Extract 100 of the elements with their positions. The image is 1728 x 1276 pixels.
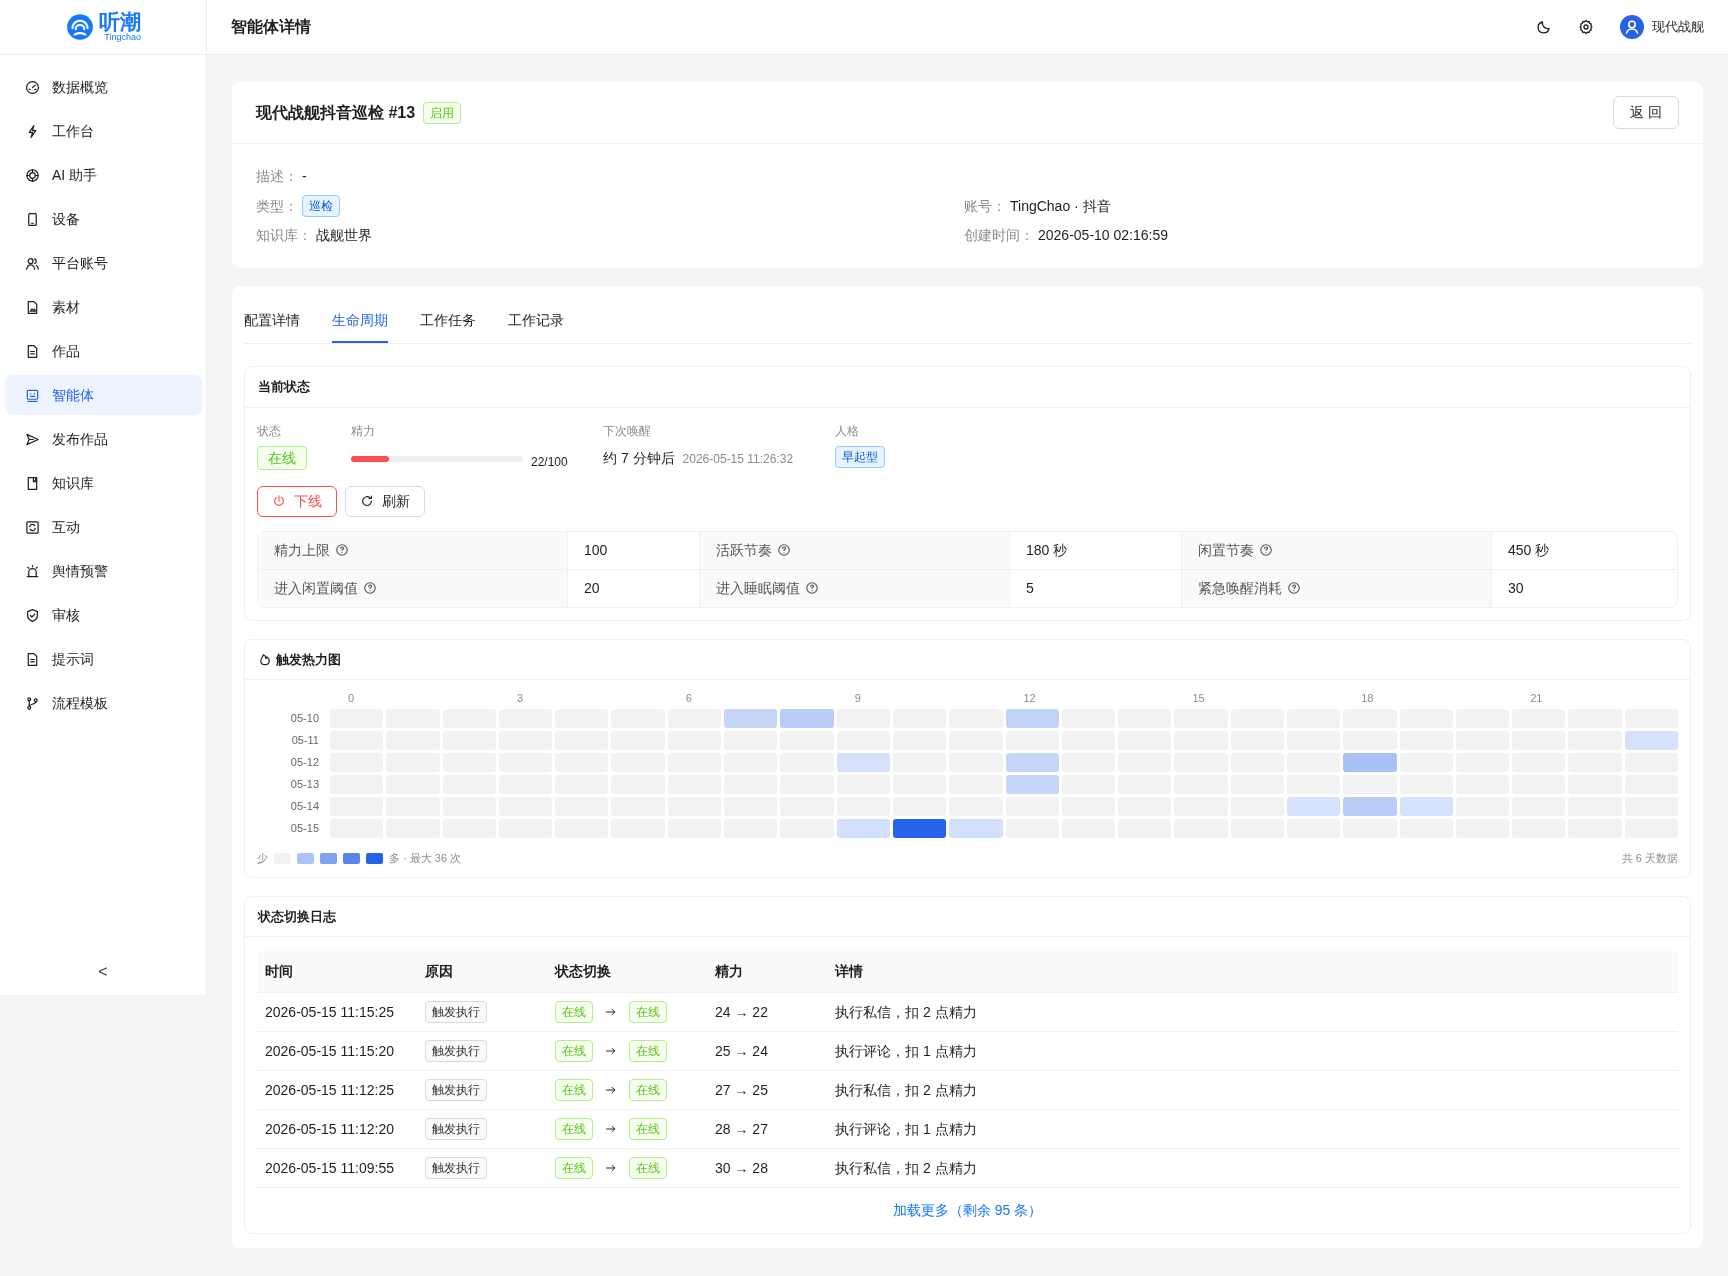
field-value: 战舰世界 [316,226,372,245]
help-icon[interactable] [1259,543,1273,557]
sidebar-item[interactable]: 流程模板 [5,683,202,723]
alarm-icon [25,563,40,579]
wake-time: 2026-05-15 11:26:32 [682,450,794,468]
table-cell: 2026-05-15 11:15:25 [257,992,417,1032]
state-tag: 在线 [629,1001,667,1023]
column-header: 时间 [257,951,417,993]
tab[interactable]: 工作记录 [508,300,564,343]
gauge-icon [25,79,40,95]
table-cell: 执行评论，扣 1 点精力 [827,1031,1678,1071]
help-icon[interactable] [805,581,819,595]
user-name[interactable]: 现代战舰 [1652,17,1704,37]
param-label: 进入闲置阈值 [274,578,358,598]
state-tag: 在线 [629,1040,667,1062]
state-tag: 在线 [555,1157,593,1179]
sidebar-item[interactable]: 智能体 [5,375,202,415]
day-label: 05-14 [290,800,319,812]
people-icon [25,255,40,271]
arrow-icon [605,1123,617,1135]
sidebar-item[interactable]: 作品 [5,331,202,371]
back-button[interactable]: 返 回 [1613,96,1679,129]
reason-tag: 触发执行 [425,1040,487,1062]
day-label: 05-10 [290,712,319,724]
table-cell: 2026-05-15 11:09:55 [257,1148,417,1188]
reason-tag: 触发执行 [425,1118,487,1140]
collapse-button[interactable]: < [85,953,121,991]
progress-reading: 22/100 [531,453,568,471]
help-icon[interactable] [777,543,791,557]
param-value: 30 [1507,578,1525,598]
sidebar-item[interactable]: 发布作品 [5,419,202,459]
help-icon[interactable] [335,543,349,557]
persona-tag: 早起型 [835,445,885,468]
day-label: 05-11 [291,734,319,746]
day-label: 05-12 [290,756,319,768]
table-cell: 2026-05-15 11:12:20 [257,1109,417,1149]
branch-icon [25,695,40,711]
load-more-link[interactable]: 加载更多（剩余 95 条） [892,1202,1043,1218]
help-icon[interactable] [363,581,377,595]
book-icon [25,475,40,491]
field-label: 类型： [256,196,298,216]
field-label: 人格 [835,422,860,440]
tab[interactable]: 工作任务 [420,300,476,343]
column-header: 精力 [707,951,827,993]
column-header: 状态切换 [547,951,707,993]
refresh-button[interactable]: 刷新 [345,485,425,517]
document-icon [25,651,40,667]
legend-label: 少 [257,851,268,866]
legend-label: 多 · 最大 36 次 [389,851,462,866]
sidebar-item[interactable]: 设备 [5,199,202,239]
send-icon [25,431,40,447]
param-label: 精力上限 [274,540,330,560]
brand-subtitle: Tingchao [104,32,141,43]
shield-check-icon [25,607,40,623]
help-icon[interactable] [1287,581,1301,595]
wake-value: 约 7 分钟后 [603,449,675,468]
table-cell: 27 → 25 [707,1070,827,1110]
sidebar-item[interactable]: 提示词 [5,639,202,679]
hour-label: 12 [1023,692,1036,704]
table-cell: 执行私信，扣 2 点精力 [827,992,1678,1032]
brand-name: 听潮 [99,11,141,33]
field-label: 创建时间： [964,226,1034,245]
param-label: 闲置节奏 [1198,540,1254,560]
arrow-icon [605,1006,617,1018]
tab[interactable]: 生命周期 [332,300,388,343]
sidebar-item[interactable]: 平台账号 [5,243,202,283]
data-count: 共 6 天数据 [1621,851,1678,866]
sidebar-item[interactable]: 审核 [5,595,202,635]
sidebar-item[interactable]: 互动 [5,507,202,547]
sidebar-item[interactable]: 素材 [5,287,202,327]
state-tag: 在线 [257,445,307,470]
reason-tag: 触发执行 [425,1001,487,1023]
refresh-square-icon [25,519,40,535]
moon-icon[interactable] [1536,19,1552,35]
robot-face-icon [25,387,40,403]
flame-icon [258,652,272,667]
page-title: 智能体详情 [231,17,311,37]
settings-icon[interactable] [1578,19,1594,35]
state-tag: 在线 [555,1040,593,1062]
table-cell: 2026-05-15 11:15:20 [257,1031,417,1071]
hour-label: 6 [685,692,692,704]
sidebar-item[interactable]: 数据概览 [5,67,202,107]
image-file-icon [25,299,40,315]
sidebar-item[interactable]: AI 助手 [5,155,202,195]
sidebar-item[interactable]: 工作台 [5,111,202,151]
tab[interactable]: 配置详情 [244,300,300,343]
avatar-icon[interactable] [1620,15,1644,39]
section-title: 状态切换日志 [245,896,1690,937]
sidebar-item[interactable]: 舆情预警 [5,551,202,591]
field-label: 精力 [351,422,376,440]
hour-label: 21 [1530,692,1543,704]
sidebar-item[interactable]: 知识库 [5,463,202,503]
day-label: 05-13 [290,778,319,790]
state-tag: 在线 [555,1118,593,1140]
type-tag: 巡检 [302,195,340,217]
table-cell: 执行评论，扣 1 点精力 [827,1109,1678,1149]
column-header: 详情 [827,951,1678,993]
day-label: 05-15 [290,822,319,834]
field-label: 知识库： [256,226,312,245]
field-label: 下次唤醒 [603,422,652,440]
